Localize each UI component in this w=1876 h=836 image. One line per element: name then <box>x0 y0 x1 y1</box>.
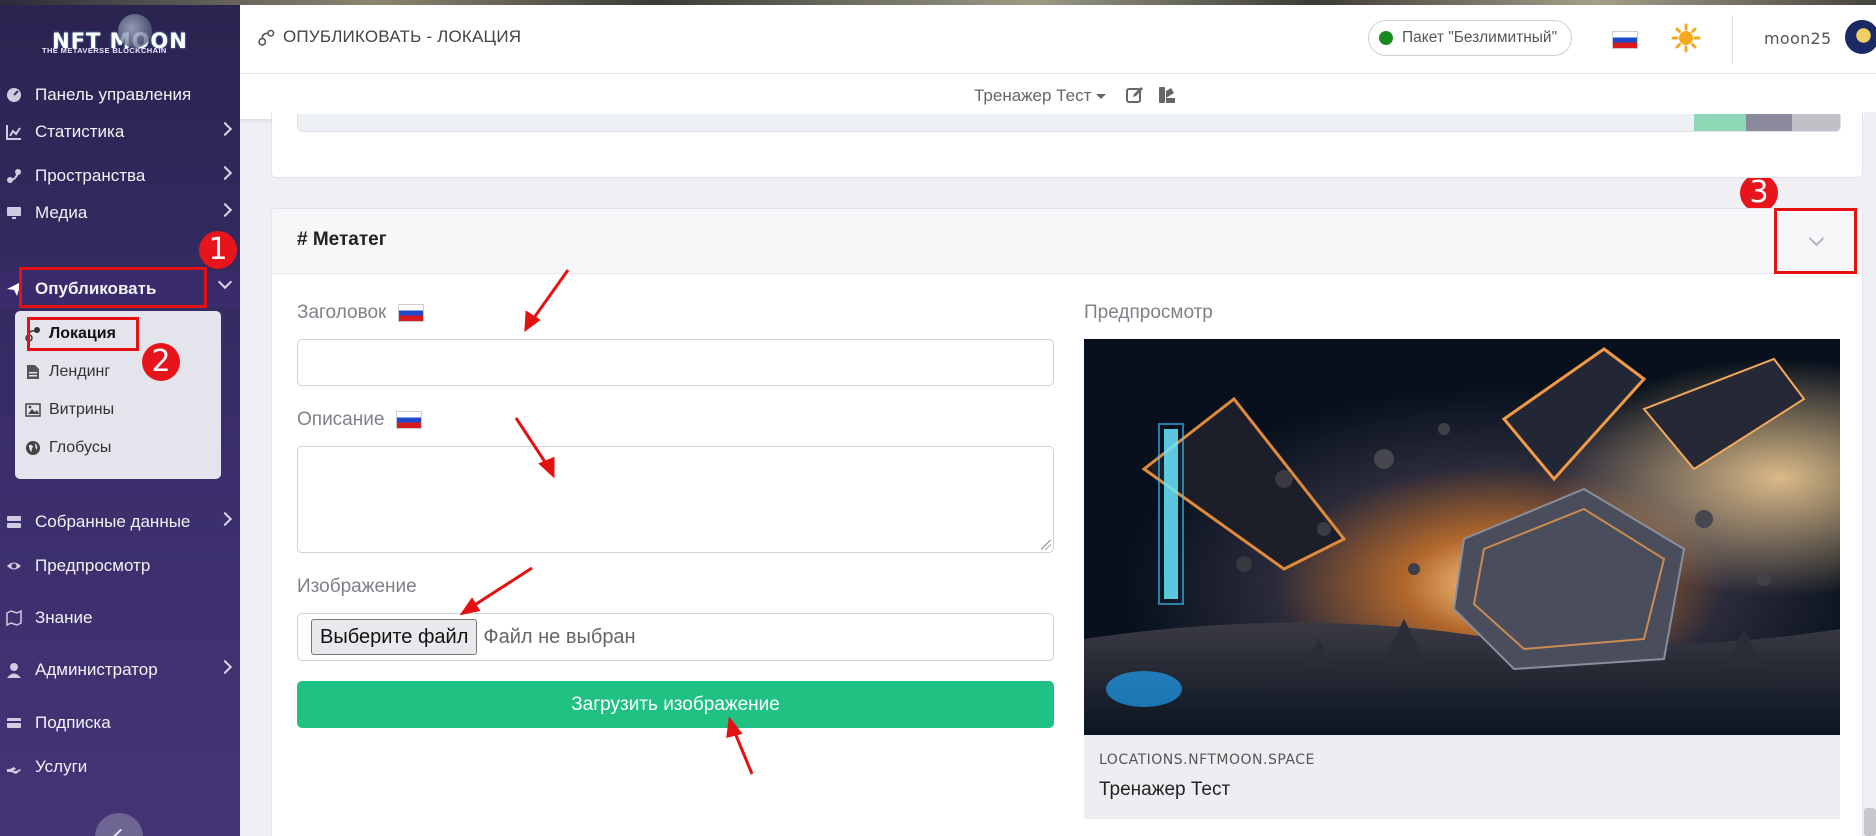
annotation-arrows <box>459 269 754 775</box>
